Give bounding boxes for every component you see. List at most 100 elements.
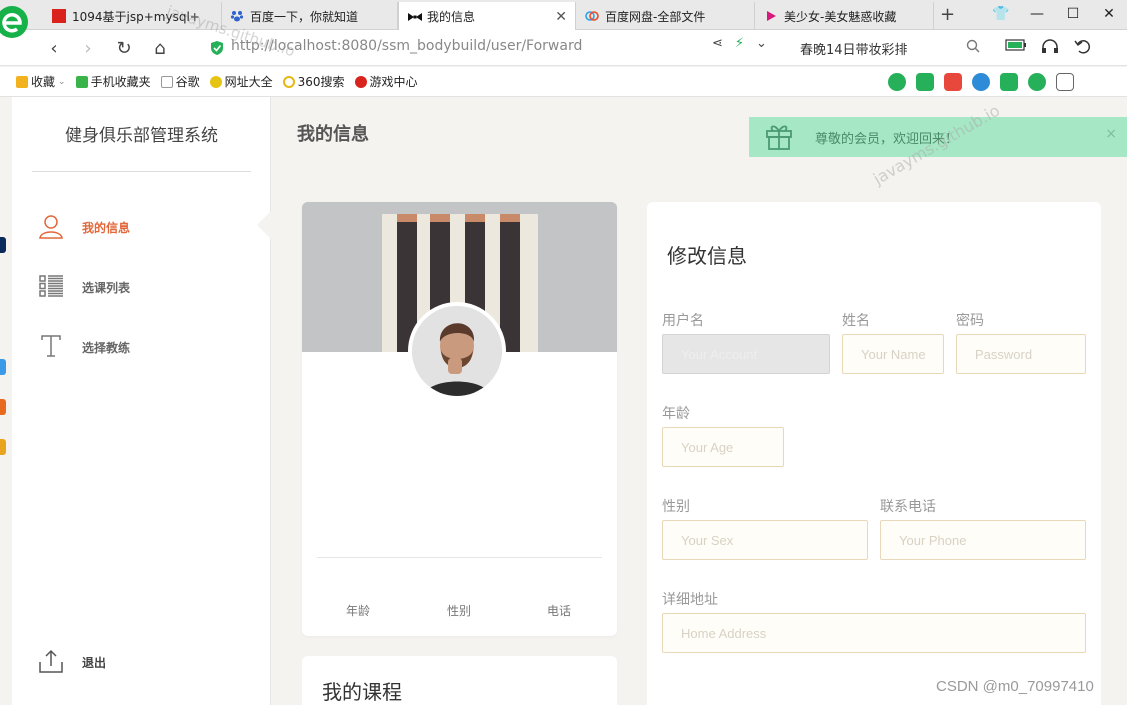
- translate-icon[interactable]: [916, 73, 934, 91]
- star-icon: [16, 75, 28, 88]
- flag-icon: [52, 9, 66, 23]
- bookmark-label: 谷歌: [175, 75, 200, 89]
- logout-button[interactable]: 退出: [38, 648, 106, 677]
- bookmark-item[interactable]: 收藏 ⌄: [16, 73, 66, 90]
- search-suggestion[interactable]: 春晚14日带妆彩排: [800, 39, 908, 58]
- avatar[interactable]: [408, 302, 506, 400]
- address-bar: ‹ › ↻ ⌂ http://localhost:8080/ssm_bodybu…: [0, 30, 1127, 66]
- browser-tab[interactable]: 百度网盘-全部文件: [577, 2, 755, 30]
- search-icon[interactable]: [966, 39, 980, 57]
- forward-icon[interactable]: ›: [76, 36, 100, 60]
- bookmark-item[interactable]: 网址大全: [209, 73, 273, 90]
- browser-tab-active[interactable]: 我的信息 ✕: [398, 2, 576, 31]
- sidebar-item-course-list[interactable]: 选课列表: [38, 273, 130, 302]
- bookmark-item[interactable]: 谷歌: [160, 73, 200, 90]
- url-path: :8080/ssm_bodybuild/user/Forward: [336, 38, 583, 54]
- logout-label: 退出: [82, 656, 107, 670]
- browser-tab[interactable]: 百度一下，你就知道: [222, 2, 398, 30]
- browser-logo-icon: [0, 2, 30, 42]
- account-label: 用户名: [662, 313, 704, 329]
- tab-title: 百度一下，你就知道: [250, 9, 359, 24]
- close-window-icon[interactable]: ✕: [1091, 0, 1127, 28]
- baidu-paw-icon: [230, 9, 244, 23]
- address-actions: ⋖ ⚡ ⌄: [712, 36, 767, 51]
- edge-app-icon: [0, 359, 6, 375]
- password-label: 密码: [956, 313, 984, 329]
- lightning-icon[interactable]: ⚡: [735, 36, 744, 51]
- battery-icon[interactable]: [1005, 38, 1027, 58]
- yen-icon[interactable]: [1028, 73, 1046, 91]
- sidebar-item-label: 选择教练: [82, 341, 131, 355]
- divider: [32, 171, 251, 172]
- phone-label: 联系电话: [880, 499, 936, 515]
- active-pointer: [257, 211, 271, 239]
- sidebar-item-label: 选课列表: [82, 281, 131, 295]
- stat-sex-label: 性别: [447, 604, 472, 618]
- phone-input[interactable]: [880, 520, 1086, 560]
- sidebar-item-label: 我的信息: [82, 221, 131, 235]
- tab-close-icon[interactable]: ✕: [555, 9, 567, 25]
- edge-app-icon: [0, 237, 6, 253]
- cloud-icon: [585, 9, 599, 23]
- scissors-icon[interactable]: [944, 73, 962, 91]
- age-input[interactable]: [662, 427, 784, 467]
- undo-icon[interactable]: [1073, 38, 1095, 58]
- account-input[interactable]: [662, 334, 830, 374]
- toast-close-icon[interactable]: ×: [1105, 126, 1117, 142]
- divider: [317, 557, 602, 558]
- bookmark-label: 手机收藏夹: [90, 75, 151, 89]
- password-input[interactable]: [956, 334, 1086, 374]
- my-courses-card: 我的课程: [302, 656, 617, 705]
- bookmark-label: 网址大全: [224, 75, 273, 89]
- page-title: 我的信息: [297, 124, 369, 145]
- search-360-icon: [282, 75, 295, 88]
- share-icon[interactable]: ⋖: [712, 36, 723, 51]
- game-icon: [354, 75, 367, 88]
- back-icon[interactable]: ‹: [42, 36, 66, 60]
- magnifier-icon[interactable]: [972, 73, 990, 91]
- bookmark-item[interactable]: 手机收藏夹: [75, 73, 151, 90]
- globe-icon: [209, 75, 222, 88]
- grid-icon[interactable]: [1056, 73, 1074, 91]
- video-play-icon: [764, 9, 778, 23]
- stat-age-label: 年龄: [346, 604, 371, 618]
- new-tab-icon[interactable]: +: [940, 4, 955, 25]
- chevron-down-icon[interactable]: ⌄: [756, 36, 767, 51]
- form-title: 修改信息: [667, 244, 747, 268]
- extension-icons: [888, 73, 1074, 91]
- upload-exit-icon: [38, 648, 64, 677]
- address-label: 详细地址: [662, 592, 718, 608]
- name-input[interactable]: [842, 334, 944, 374]
- minimize-icon[interactable]: —: [1019, 0, 1055, 28]
- gift-icon: [763, 119, 795, 155]
- profile-card: 年龄 性别 电话: [302, 202, 617, 636]
- bookmark-item[interactable]: 360搜索: [282, 73, 345, 90]
- skin-icon[interactable]: 👕: [983, 0, 1019, 28]
- sidebar-item-choose-coach[interactable]: 选择教练: [38, 333, 130, 362]
- tab-title: 百度网盘-全部文件: [605, 9, 706, 24]
- phone-icon: [75, 75, 88, 88]
- edge-app-icon: [0, 399, 6, 415]
- name-label: 姓名: [842, 313, 870, 329]
- sex-input[interactable]: [662, 520, 868, 560]
- bookmark-item[interactable]: 游戏中心: [354, 73, 418, 90]
- list-icon: [38, 273, 64, 302]
- bookmark-label: 360搜索: [297, 75, 345, 89]
- address-input[interactable]: [662, 613, 1086, 653]
- headphones-icon[interactable]: [1041, 38, 1059, 58]
- app-sidebar: 健身俱乐部管理系统 我的信息 选课列表 选择教练 退出: [12, 97, 271, 705]
- gamepad-icon[interactable]: [1000, 73, 1018, 91]
- sex-label: 性别: [662, 499, 690, 515]
- browser-tab[interactable]: 美少女-美女魅惑收藏: [756, 2, 934, 30]
- home-icon[interactable]: ⌂: [148, 36, 172, 60]
- stat-phone-label: 电话: [547, 604, 572, 618]
- reload-icon[interactable]: ↻: [112, 36, 136, 60]
- chevron-down-icon: ⌄: [58, 76, 66, 87]
- brand-title: 健身俱乐部管理系统: [65, 126, 218, 146]
- tab-title: 我的信息: [427, 10, 476, 24]
- sidebar-item-my-info[interactable]: 我的信息: [38, 213, 130, 242]
- bookmarks-bar: 收藏 ⌄ 手机收藏夹 谷歌 网址大全 360搜索 游戏中心: [0, 67, 1127, 97]
- maximize-icon[interactable]: ☐: [1055, 0, 1091, 28]
- left-edge-strip: [0, 97, 12, 705]
- chat-icon[interactable]: [888, 73, 906, 91]
